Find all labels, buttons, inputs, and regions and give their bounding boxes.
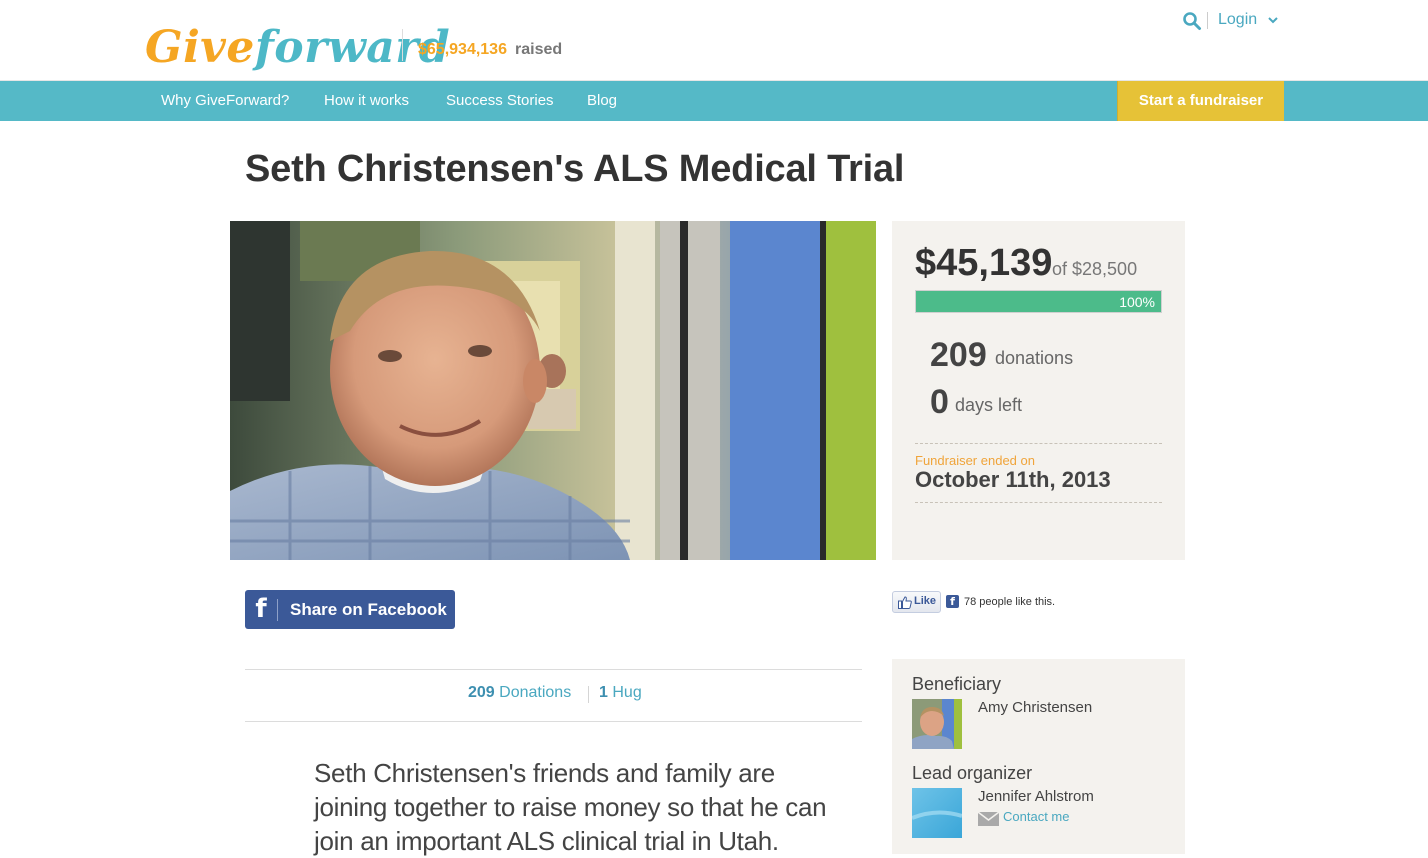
header-divider	[1207, 12, 1208, 29]
tab-divider	[588, 686, 589, 703]
nav-how-it-works[interactable]: How it works	[324, 81, 409, 121]
share-facebook-label: Share on Facebook	[290, 600, 447, 619]
goal-amount: of $28,500	[1052, 259, 1138, 279]
search-icon[interactable]	[1182, 11, 1202, 31]
facebook-icon: f	[255, 594, 267, 624]
start-fundraiser-button[interactable]: Start a fundraiser	[1117, 81, 1284, 121]
fundraiser-ended-label: Fundraiser ended on	[915, 453, 1035, 468]
beneficiary-avatar[interactable]	[912, 699, 962, 749]
tab-donations[interactable]: 209 Donations	[468, 684, 571, 702]
beneficiary-name[interactable]: Amy Christensen	[978, 699, 1092, 716]
site-header: Giveforward $65,934,136 raised Login	[0, 0, 1428, 81]
like-label: Like	[914, 595, 937, 607]
facebook-button-divider	[277, 599, 278, 621]
fundraiser-photo	[230, 221, 876, 560]
beneficiary-heading: Beneficiary	[912, 674, 1002, 694]
progress-percent-label: 100%	[1119, 294, 1155, 310]
tab-hugs-count: 1	[599, 684, 608, 701]
fundraiser-description: Seth Christensen's friends and family ar…	[314, 758, 827, 856]
facebook-like-button[interactable]: Like	[892, 591, 941, 613]
raised-amount: $45,139	[915, 242, 1053, 284]
organizer-avatar[interactable]	[912, 788, 962, 838]
tab-hugs-label: Hug	[612, 684, 642, 701]
contact-me-label: Contact me	[1003, 809, 1070, 824]
tab-donations-label: Donations	[499, 684, 572, 701]
total-raised-amount: $65,934,136	[418, 41, 507, 58]
nav-why-giveforward[interactable]: Why GiveForward?	[161, 81, 289, 121]
giveforward-logo[interactable]: Giveforward	[145, 20, 450, 76]
share-on-facebook-button[interactable]: f Share on Facebook	[245, 590, 455, 629]
organizer-name[interactable]: Jennifer Ahlstrom	[978, 788, 1094, 805]
chevron-down-icon[interactable]	[1266, 13, 1280, 27]
tab-donations-count: 209	[468, 684, 495, 701]
stats-divider	[915, 443, 1162, 444]
tabs-divider-bottom	[245, 721, 862, 722]
total-raised-label: raised	[515, 41, 563, 58]
like-count: 78 people like this.	[964, 596, 1056, 608]
donations-label: donations	[995, 348, 1074, 368]
envelope-icon	[978, 812, 999, 826]
lead-organizer-heading: Lead organizer	[912, 763, 1033, 783]
logo-divider	[402, 29, 403, 61]
donations-count: 209	[930, 336, 987, 374]
stats-divider	[915, 502, 1162, 503]
page-title: Seth Christensen's ALS Medical Trial	[245, 148, 905, 190]
days-left-label: days left	[955, 395, 1023, 415]
tabs-divider-top	[245, 669, 862, 670]
tab-hugs[interactable]: 1 Hug	[599, 684, 642, 702]
days-left-count: 0	[930, 383, 949, 421]
nav-success-stories[interactable]: Success Stories	[446, 81, 554, 121]
nav-blog[interactable]: Blog	[587, 81, 617, 121]
thumbs-up-icon	[898, 596, 912, 609]
facebook-icon: f	[946, 595, 959, 608]
login-link[interactable]: Login	[1218, 11, 1257, 29]
fundraiser-ended-date: October 11th, 2013	[915, 467, 1111, 492]
progress-bar: 100%	[915, 290, 1162, 313]
